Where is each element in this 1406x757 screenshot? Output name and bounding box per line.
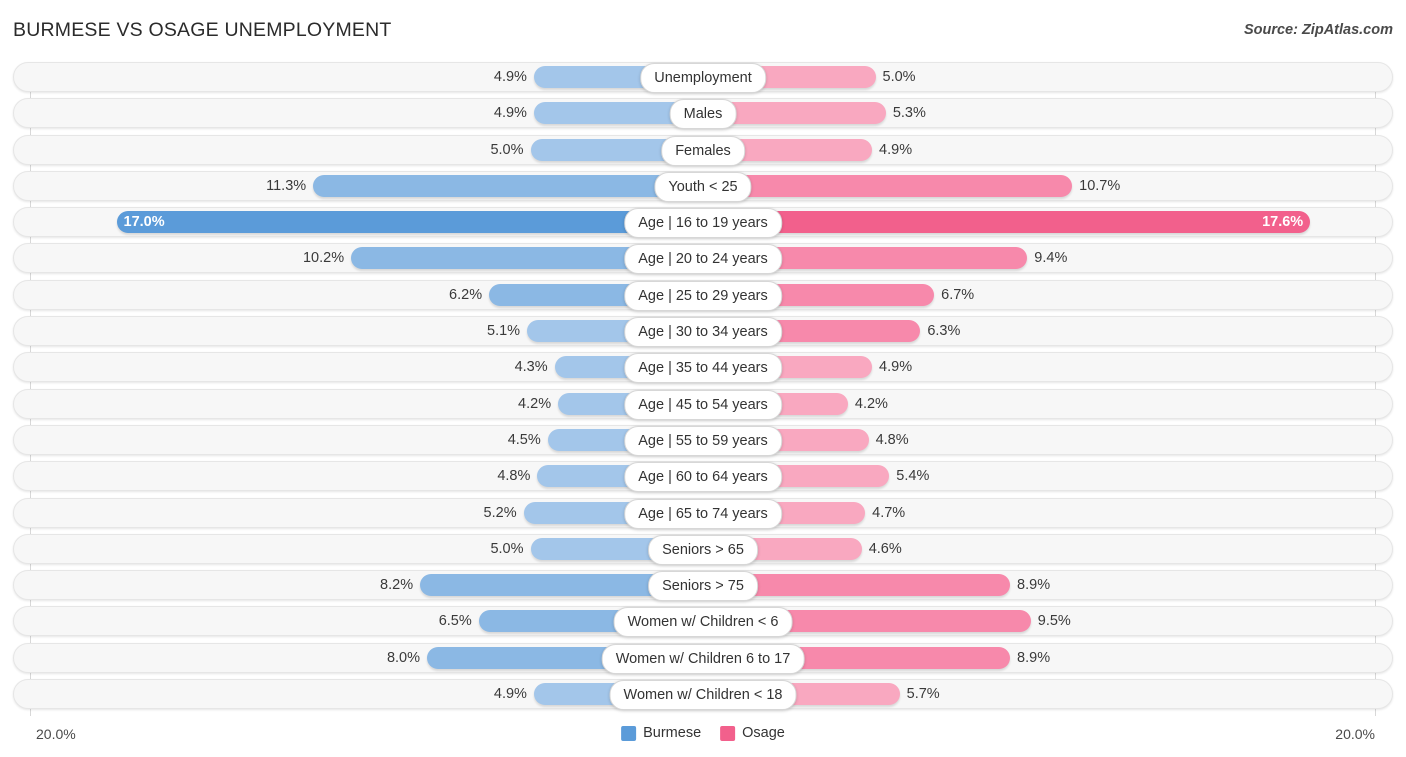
bar-row: 11.3% 10.7% Youth < 25 (0, 170, 1406, 202)
legend-label: Burmese (643, 725, 702, 741)
bar-row: 4.9% 5.7% Women w/ Children < 18 (0, 679, 1406, 711)
bar-row: 10.2% 9.4% Age | 20 to 24 years (0, 243, 1406, 275)
value-label-burmese: 4.3% (514, 359, 548, 376)
bar-row: 4.9% 5.3% Males (0, 98, 1406, 130)
value-label-osage: 8.9% (1017, 649, 1051, 666)
value-label-osage: 4.9% (879, 141, 913, 158)
bar-row: 6.2% 6.7% Age | 25 to 29 years (0, 279, 1406, 311)
chart-plot-area: 4.9% 5.0% Unemployment 4.9% 5.3% Males 5.0% 4.9… (0, 62, 1406, 716)
category-label: Women w/ Children < 18 (609, 680, 797, 711)
bar-row: 5.1% 6.3% Age | 30 to 34 years (0, 316, 1406, 348)
value-label-osage: 5.0% (882, 69, 916, 85)
bar-row: 8.2% 8.9% Seniors > 75 (0, 570, 1406, 602)
chart-footer: 20.0% Burmese Osage 20.0% (0, 716, 1406, 757)
value-label-burmese: 4.9% (493, 686, 527, 703)
bar-row: 5.0% 4.9% Females (0, 134, 1406, 166)
bar-row: 4.5% 4.8% Age | 55 to 59 years (0, 424, 1406, 456)
bar-row: 5.2% 4.7% Age | 65 to 74 years (0, 497, 1406, 529)
value-label-osage: 10.7% (1079, 177, 1121, 194)
bar-row: 4.9% 5.0% Unemployment (0, 62, 1406, 93)
value-label-burmese: 5.2% (483, 504, 517, 521)
bar-row: 4.2% 4.2% Age | 45 to 54 years (0, 388, 1406, 420)
value-label-osage: 8.9% (1017, 577, 1051, 594)
value-label-burmese: 8.2% (380, 577, 414, 594)
value-label-osage: 4.9% (879, 359, 913, 376)
legend-swatch-icon (621, 725, 637, 741)
value-label-burmese: 4.9% (493, 69, 527, 85)
category-label: Age | 20 to 24 years (624, 244, 782, 275)
value-label-osage: 6.7% (941, 286, 975, 303)
value-label-burmese: 6.5% (438, 613, 472, 630)
category-label: Age | 60 to 64 years (624, 462, 782, 493)
value-label-osage: 5.3% (892, 105, 926, 122)
bar-row: 17.0% 17.6% Age | 16 to 19 years (0, 207, 1406, 239)
page-title: BURMESE VS OSAGE UNEMPLOYMENT (13, 19, 392, 41)
value-label-osage: 5.7% (906, 686, 940, 703)
legend-item-osage[interactable]: Osage (720, 725, 785, 741)
category-label: Unemployment (640, 63, 766, 93)
value-label-burmese: 4.8% (497, 468, 531, 485)
value-label-osage: 4.7% (872, 504, 906, 521)
value-label-burmese: 8.0% (386, 649, 420, 666)
value-label-burmese: 11.3% (266, 177, 307, 194)
legend-label: Osage (742, 725, 785, 741)
bar-row: 4.3% 4.9% Age | 35 to 44 years (0, 352, 1406, 384)
value-label-burmese: 5.0% (490, 540, 524, 557)
value-label-osage: 6.3% (927, 323, 961, 340)
chart-header: BURMESE VS OSAGE UNEMPLOYMENT Source: Zi… (0, 0, 1406, 60)
value-label-osage: 17.6% (1262, 214, 1304, 231)
category-label: Age | 65 to 74 years (624, 498, 782, 529)
category-label: Age | 25 to 29 years (624, 280, 782, 311)
value-label-osage: 9.5% (1037, 613, 1071, 630)
bar-row: 6.5% 9.5% Women w/ Children < 6 (0, 606, 1406, 638)
category-label: Youth < 25 (654, 171, 752, 202)
legend-swatch-icon (720, 725, 736, 741)
category-label: Males (669, 99, 737, 130)
value-label-burmese: 5.0% (490, 141, 524, 158)
bar-row: 8.0% 8.9% Women w/ Children 6 to 17 (0, 642, 1406, 674)
bar-rows-container: 4.9% 5.0% Unemployment 4.9% 5.3% Males 5.0% 4.9… (0, 62, 1406, 716)
value-label-burmese: 5.1% (487, 323, 521, 340)
category-label: Seniors > 75 (648, 571, 758, 602)
category-label: Seniors > 65 (648, 534, 758, 565)
chart-legend: Burmese Osage (621, 725, 785, 741)
bar-burmese[interactable] (116, 211, 703, 234)
value-label-burmese: 6.2% (449, 286, 483, 303)
category-label: Age | 30 to 34 years (624, 317, 782, 348)
value-label-burmese: 4.2% (518, 395, 552, 412)
bar-row: 5.0% 4.6% Seniors > 65 (0, 533, 1406, 565)
value-label-osage: 9.4% (1034, 250, 1068, 267)
category-label: Females (661, 135, 745, 166)
value-label-osage: 4.2% (854, 395, 888, 412)
value-label-burmese: 17.0% (123, 214, 165, 231)
category-label: Women w/ Children 6 to 17 (601, 643, 805, 674)
bar-row: 4.8% 5.4% Age | 60 to 64 years (0, 461, 1406, 493)
value-label-burmese: 4.9% (493, 105, 527, 122)
category-label: Age | 45 to 54 years (624, 389, 782, 420)
value-label-osage: 5.4% (896, 468, 930, 485)
category-label: Age | 16 to 19 years (624, 208, 782, 239)
bar-osage[interactable] (703, 174, 1073, 197)
value-label-burmese: 4.5% (507, 431, 541, 448)
value-label-osage: 4.8% (875, 431, 909, 448)
axis-label-right: 20.0% (1335, 726, 1375, 742)
category-label: Age | 55 to 59 years (624, 425, 782, 456)
legend-item-burmese[interactable]: Burmese (621, 725, 701, 741)
value-label-osage: 4.6% (868, 540, 902, 557)
category-label: Women w/ Children < 6 (613, 607, 793, 638)
category-label: Age | 35 to 44 years (624, 353, 782, 384)
source-attribution: Source: ZipAtlas.com (1243, 22, 1393, 38)
bar-burmese[interactable] (313, 174, 703, 197)
axis-label-left: 20.0% (36, 726, 76, 742)
bar-osage[interactable] (703, 211, 1311, 234)
value-label-burmese: 10.2% (302, 250, 345, 267)
